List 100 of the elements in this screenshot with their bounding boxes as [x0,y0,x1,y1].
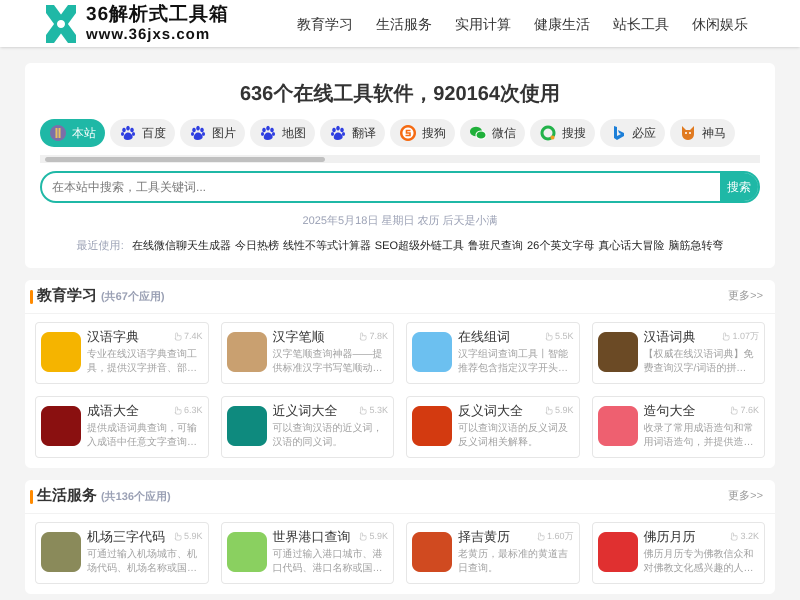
app-description: 专业在线汉语字典查询工具，提供汉字拼音、部… [87,348,198,376]
recent-tool-link[interactable]: 真心话大冒险 [598,238,664,254]
s-logo-icon [399,124,417,142]
usage-count: 5.5K [544,330,574,344]
app-card[interactable]: 在线组词 5.5K 汉字组词查询工具丨智能推荐包含指定汉字开头… [406,322,580,384]
nav-link[interactable]: 教育学习 [297,14,353,35]
nav-link[interactable]: 休闲娱乐 [692,14,748,35]
app-name: 造句大全 [644,402,696,420]
app-description: 收录了常用成语造句和常用词语造句，并提供造… [644,422,754,450]
site-url: www.36jxs.com [86,27,212,42]
hand-icon [358,406,368,416]
nav-link[interactable]: 生活服务 [376,14,432,35]
hand-icon [172,332,182,342]
hand-icon [172,532,182,542]
recent-tool-link[interactable]: 鲁班尺查询 [468,238,524,254]
app-card[interactable]: 世界港口查询 5.9K 可通过输入港口城市、港口代码、港口名称或国… [220,522,394,584]
search-engine-tab[interactable]: 必应 [600,119,665,147]
paw-icon [259,124,277,142]
app-name: 佛历月历 [644,528,696,546]
usage-count: 6.3K [172,404,202,418]
hand-icon [358,332,368,342]
usage-count: 5.9K [358,530,388,544]
usage-count: 3.2K [729,530,759,544]
app-card[interactable]: 汉语字典 7.4K 专业在线汉语字典查询工具，提供汉字拼音、部… [35,322,208,384]
usage-count: 5.9K [172,530,202,544]
app-description: 汉字笔顺查询神器——提供标准汉字书写笔顺动… [272,348,384,376]
hand-icon [358,532,368,542]
fox-icon [679,124,697,142]
app-name: 反义词大全 [458,402,523,420]
recent-tool-link[interactable]: 脑筋急转弯 [668,238,724,254]
app-description: 【权威在线汉语词典】免费查询汉字/词语的拼… [644,348,754,376]
app-name: 择吉黄历 [458,528,510,546]
ring-icon [539,124,557,142]
search-engine-tab[interactable]: 神马 [670,119,735,147]
usage-count: 5.3K [358,404,388,418]
app-card[interactable]: 汉字笔顺 7.8K 汉字笔顺查询神器——提供标准汉字书写笔顺动… [220,322,394,384]
app-description: 可以查询汉语的反义词及反义词相关解释。 [458,422,569,450]
accent-bar [30,290,33,304]
app-name: 世界港口查询 [272,528,350,546]
hand-icon [172,406,182,416]
app-name: 成语大全 [87,402,139,420]
app-card[interactable]: 反义词大全 5.9K 可以查询汉语的反义词及反义词相关解释。 [406,396,580,458]
app-card[interactable]: 造句大全 7.6K 收录了常用成语造句和常用词语造句，并提供造… [592,396,765,458]
hero-title: 636个在线工具软件，920164次使用 [240,82,560,107]
recent-tool-link[interactable]: 今日热榜 [234,238,279,254]
app-count: (共136个应用) [101,490,171,506]
nav-link[interactable]: 站长工具 [613,14,669,35]
section-title: 教育学习 [37,286,97,306]
app-description: 佛历月历专为佛教信众和对佛教文化感兴趣的人… [644,548,754,576]
search-engine-tab[interactable]: 百度 [110,119,175,147]
app-card[interactable]: 佛历月历 3.2K 佛历月历专为佛教信众和对佛教文化感兴趣的人… [592,522,765,584]
app-name: 机场三字代码 [87,528,165,546]
app-description: 老黄历，最标准的黄道吉日查询。 [458,548,569,576]
usage-count: 7.8K [358,330,388,344]
accent-bar [30,490,33,504]
nav-link[interactable]: 实用计算 [455,14,511,35]
hand-icon [721,332,730,342]
app-count: (共67个应用) [101,290,165,306]
app-description: 提供成语词典查询，可输入成语中任意文字查询… [87,422,198,450]
paw-icon [189,124,207,142]
app-description: 可通过输入机场城市、机场代码、机场名称或国… [87,548,198,576]
hand-icon [536,532,545,542]
usage-count: 1.07万 [721,330,759,344]
app-name: 汉语词典 [644,328,696,346]
section-title: 生活服务 [37,486,97,506]
app-description: 可以查询汉语的近义词，汉语的同义词。 [272,422,384,450]
site-title: 36解析式工具箱 [86,5,230,24]
search-engine-tab[interactable]: 翻译 [320,119,385,147]
recent-tool-link[interactable]: 26个英文字母 [527,238,594,254]
app-card[interactable]: 成语大全 6.3K 提供成语词典查询，可输入成语中任意文字查询… [35,396,208,458]
usage-count: 5.9K [544,404,574,418]
search-engine-tab[interactable]: 微信 [460,119,525,147]
chat-bubbles-icon [469,124,487,142]
nav-link[interactable]: 健康生活 [534,14,590,35]
hand-icon [729,406,738,416]
hand-icon [544,406,553,416]
recent-tool-link[interactable]: 线性不等式计算器 [282,238,371,254]
recent-tool-link[interactable]: 在线微信聊天生成器 [132,238,231,254]
app-card[interactable]: 汉语词典 1.07万 【权威在线汉语词典】免费查询汉字/词语的拼… [592,322,765,384]
app-card[interactable]: 近义词大全 5.3K 可以查询汉语的近义词，汉语的同义词。 [220,396,394,458]
hand-icon [729,532,738,542]
paw-icon [119,124,137,142]
search-engine-tab[interactable]: 搜搜 [530,119,595,147]
paw-icon [329,124,347,142]
date-text: 2025年5月18日 星期日 农历 后天是小满 [302,214,498,229]
scrollbar-thumb[interactable] [45,156,325,162]
app-name: 在线组词 [458,328,510,346]
app-name: 汉字笔顺 [272,328,324,346]
app-card[interactable]: 择吉黄历 1.60万 老黄历，最标准的黄道吉日查询。 [406,522,580,584]
search-engine-tab[interactable]: 地图 [250,119,315,147]
app-card[interactable]: 机场三字代码 5.9K 可通过输入机场城市、机场代码、机场名称或国… [35,522,208,584]
app-description: 可通过输入港口城市、港口代码、港口名称或国… [272,548,384,576]
search-engine-tab[interactable]: 搜狗 [390,119,455,147]
usage-count: 1.60万 [536,530,574,544]
app-name: 近义词大全 [272,402,338,420]
search-engine-tab[interactable]: 图片 [180,119,245,147]
app-name: 汉语字典 [87,328,139,346]
recent-label: 最近使用: [76,238,124,254]
site-logo-icon [49,124,67,142]
recent-tool-link[interactable]: SEO超级外链工具 [374,238,464,254]
